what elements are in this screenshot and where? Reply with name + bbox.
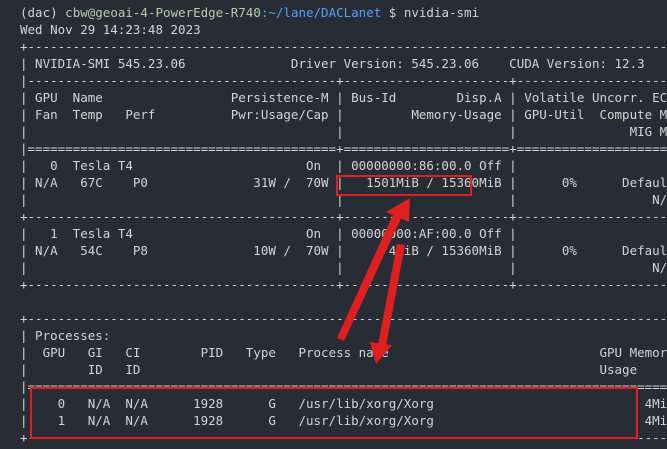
line-7: | 0 Tesla T4 On | 00000000:86:00.0 Off |… [20,158,667,173]
line-19: | ID ID Usage | [20,362,667,377]
line-5: | | | MIG M. | [20,124,667,139]
line-17: | Processes: | [20,328,667,343]
conda-env: (dac) [20,5,58,20]
line-23: +---------------------------------------… [20,430,667,445]
line-13: | | | N/A | [20,260,667,275]
line-10: +---------------------------------------… [20,209,667,224]
line-21: | 0 N/A N/A 1928 G /usr/lib/xorg/Xorg 4M… [20,396,667,411]
command: $ nvidia-smi [388,5,480,20]
line-6: |=======================================… [20,141,667,156]
working-directory: :~/lane/DACLanet [260,5,382,20]
line-0: +---------------------------------------… [20,39,667,54]
line-9: | | | N/A | [20,192,667,207]
line-14: +---------------------------------------… [20,277,667,292]
terminal-output[interactable]: (dac) cbw@geoai-4-PowerEdge-R740:~/lane/… [20,4,667,446]
line-20: |=======================================… [20,379,667,394]
line-4: | Fan Temp Perf Pwr:Usage/Cap | Memory-U… [20,107,667,122]
line-12: | N/A 54C P8 10W / 70W | 4MiB / 15360MiB… [20,243,667,258]
timestamp: Wed Nov 29 14:23:48 2023 [20,22,201,37]
line-11: | 1 Tesla T4 On | 00000000:AF:00.0 Off |… [20,226,667,241]
line-8: | N/A 67C P0 31W / 70W | 1501MiB / 15360… [20,175,667,190]
user-host: cbw@geoai-4-PowerEdge-R740 [65,5,261,20]
line-3: | GPU Name Persistence-M | Bus-Id Disp.A… [20,90,667,105]
line-2: |---------------------------------------… [20,73,667,88]
line-18: | GPU GI CI PID Type Process name GPU Me… [20,345,667,360]
prompt-line: (dac) cbw@geoai-4-PowerEdge-R740:~/lane/… [20,5,479,20]
line-1: | NVIDIA-SMI 545.23.06 Driver Version: 5… [20,56,667,71]
line-22: | 1 N/A N/A 1928 G /usr/lib/xorg/Xorg 4M… [20,413,667,428]
line-16: +---------------------------------------… [20,311,667,326]
